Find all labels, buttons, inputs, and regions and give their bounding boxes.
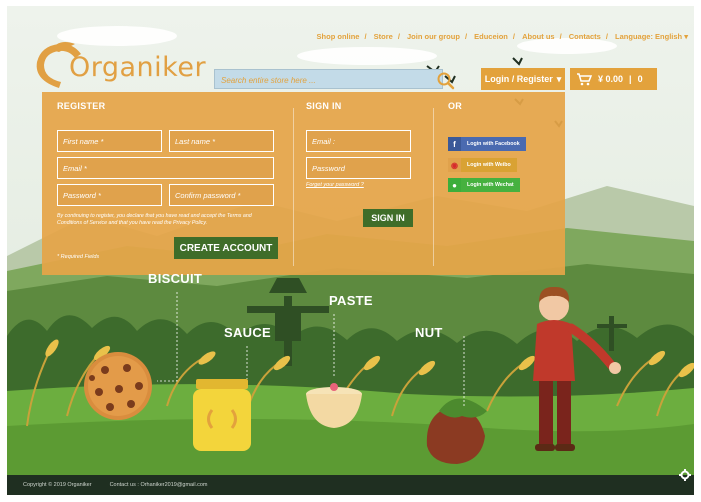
footer: Copyright © 2019 Organiker Contact us : … [7,475,694,495]
wechat-icon: ● [448,178,461,192]
weibo-icon: ◉ [448,158,461,172]
first-name-field[interactable] [57,130,162,152]
nav-separator: / [364,32,367,41]
panel-divider [293,108,294,266]
signin-email-field[interactable] [306,130,411,152]
register-heading: REGISTER [57,101,106,111]
cart-count: 0 [637,74,643,84]
facebook-login-label: Login with Facebook [461,137,526,151]
wechat-login-button[interactable]: ● Login with Wechat [448,178,520,192]
facebook-icon: f [448,137,461,151]
panel-divider [433,108,434,266]
nav-separator: / [464,32,468,41]
label-sauce: SAUCE [224,325,272,340]
nav-link-join-group[interactable]: Join our group [407,32,460,41]
cart-button[interactable]: ¥ 0.00 | 0 [570,68,657,90]
forgot-password-link[interactable]: Forget your password ? [306,182,364,188]
nav-link-contacts[interactable]: Contacts [569,32,601,41]
required-fields-note: * Required Fields [57,254,100,260]
signin-button[interactable]: SIGN IN [363,209,413,227]
weibo-login-button[interactable]: ◉ Login with Weibo [448,158,517,172]
language-selector[interactable]: Language: English ▾ [615,32,688,41]
cart-icon [577,73,592,86]
signin-password-field[interactable] [306,157,411,179]
label-paste: PASTE [329,293,373,308]
wechat-login-label: Login with Wechat [461,178,520,192]
or-heading: OR [448,101,463,111]
search-icon[interactable] [436,71,456,91]
nav-link-shop-online[interactable]: Shop online [317,32,360,41]
last-name-field[interactable] [169,130,274,152]
create-account-button[interactable]: CREATE ACCOUNT [174,237,278,259]
brand-name[interactable]: Organiker [69,52,206,83]
search-bar [214,69,455,90]
nav-separator: / [512,32,515,41]
cart-total: ¥ 0.00 [598,74,624,84]
nav-link-store[interactable]: Store [374,32,393,41]
caret-down-icon: ▾ [556,73,562,84]
contact-email[interactable]: Contact us : Orhaniker2019@gmail.com [110,482,208,488]
label-nut: NUT [415,325,443,340]
nav-link-education[interactable]: Educeion [474,32,508,41]
label-biscuit: BISCUIT [148,271,203,286]
caret-down-icon: ▾ [684,32,688,41]
nav-separator: / [397,32,400,41]
weibo-login-label: Login with Weibo [461,158,517,172]
gear-icon[interactable] [679,469,691,481]
language-label: Language: English [615,32,683,41]
login-register-label: Login / Register [484,74,553,84]
register-email-field[interactable] [57,157,274,179]
page: Shop online / Store / Join our group / Educ… [7,6,694,495]
account-dropdown-panel: REGISTER By continuing to register, you … [42,92,565,275]
search-input[interactable] [215,71,415,90]
copyright-text: Copyright © 2019 Organiker [23,482,92,488]
login-register-button[interactable]: Login / Register ▾ [481,68,565,90]
facebook-login-button[interactable]: f Login with Facebook [448,137,526,151]
confirm-password-field[interactable] [169,184,274,206]
nav-separator: / [605,32,608,41]
top-nav: Shop online / Store / Join our group / Educ… [317,32,688,41]
cart-divider: | [629,74,632,84]
nav-separator: / [559,32,562,41]
signin-heading: SIGN IN [306,101,342,111]
register-password-field[interactable] [57,184,162,206]
terms-notice: By continuing to register, you declare t… [57,213,252,226]
nav-link-about-us[interactable]: About us [522,32,555,41]
